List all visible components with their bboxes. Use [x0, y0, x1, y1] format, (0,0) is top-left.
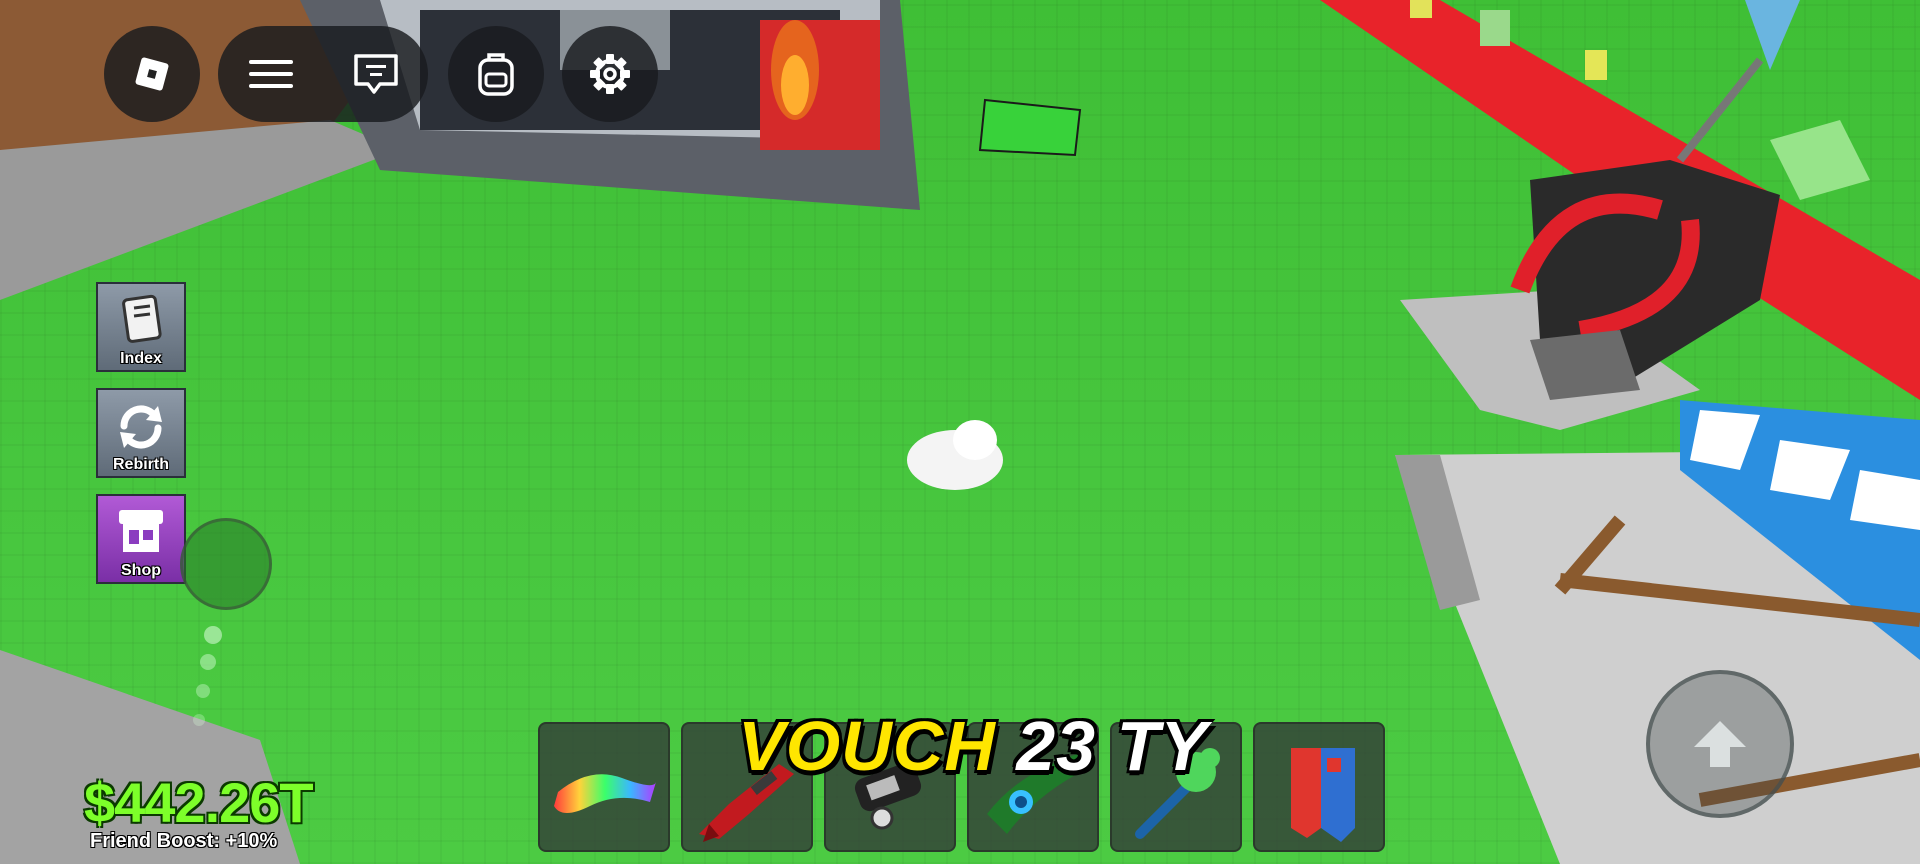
backpack-button[interactable]: [448, 26, 544, 122]
game-viewport[interactable]: Index Rebirth Shop $442.26T Friend Boost…: [0, 0, 1920, 864]
thumbstick-trail-dot: [196, 684, 210, 698]
thumbstick[interactable]: [180, 518, 272, 610]
side-button-shop[interactable]: Shop: [96, 494, 186, 584]
thumbstick-trail-dot: [200, 654, 216, 670]
side-button-label: Rebirth: [113, 456, 169, 473]
jump-arrow-icon: [1692, 719, 1748, 769]
menu-chat-group: [218, 26, 428, 122]
roblox-logo-icon: [132, 54, 172, 94]
chat-icon[interactable]: [352, 52, 400, 96]
hamburger-menu-icon[interactable]: [247, 54, 295, 94]
thumbstick-trail-dot: [204, 626, 222, 644]
friend-boost-label: Friend Boost: +10%: [90, 830, 278, 852]
thumbstick-trail-dot: [193, 714, 205, 726]
side-button-label: Index: [120, 350, 162, 367]
backpack-icon: [476, 50, 516, 98]
gear-icon: [588, 52, 632, 96]
side-button-index[interactable]: Index: [96, 282, 186, 372]
side-button-rebirth[interactable]: Rebirth: [96, 388, 186, 478]
money-counter: $442.26T: [84, 771, 314, 834]
hotbar-slot-6[interactable]: [1253, 722, 1385, 852]
side-button-label: Shop: [121, 562, 161, 579]
book-icon: [118, 294, 164, 346]
jump-button[interactable]: [1646, 670, 1794, 818]
overlay-word-3: TY: [1116, 707, 1209, 785]
hotbar-slot-1[interactable]: [538, 722, 670, 852]
refresh-icon: [114, 402, 168, 452]
store-icon: [115, 506, 167, 556]
vouch-overlay-text: VOUCH 23 TY: [738, 706, 1208, 786]
blue-red-block-icon: [1271, 738, 1371, 848]
rainbow-carpet-icon: [550, 760, 662, 820]
overlay-word-2: 23: [1016, 707, 1097, 785]
settings-button[interactable]: [562, 26, 658, 122]
roblox-menu-button[interactable]: [104, 26, 200, 122]
overlay-word-1: VOUCH: [738, 707, 996, 785]
